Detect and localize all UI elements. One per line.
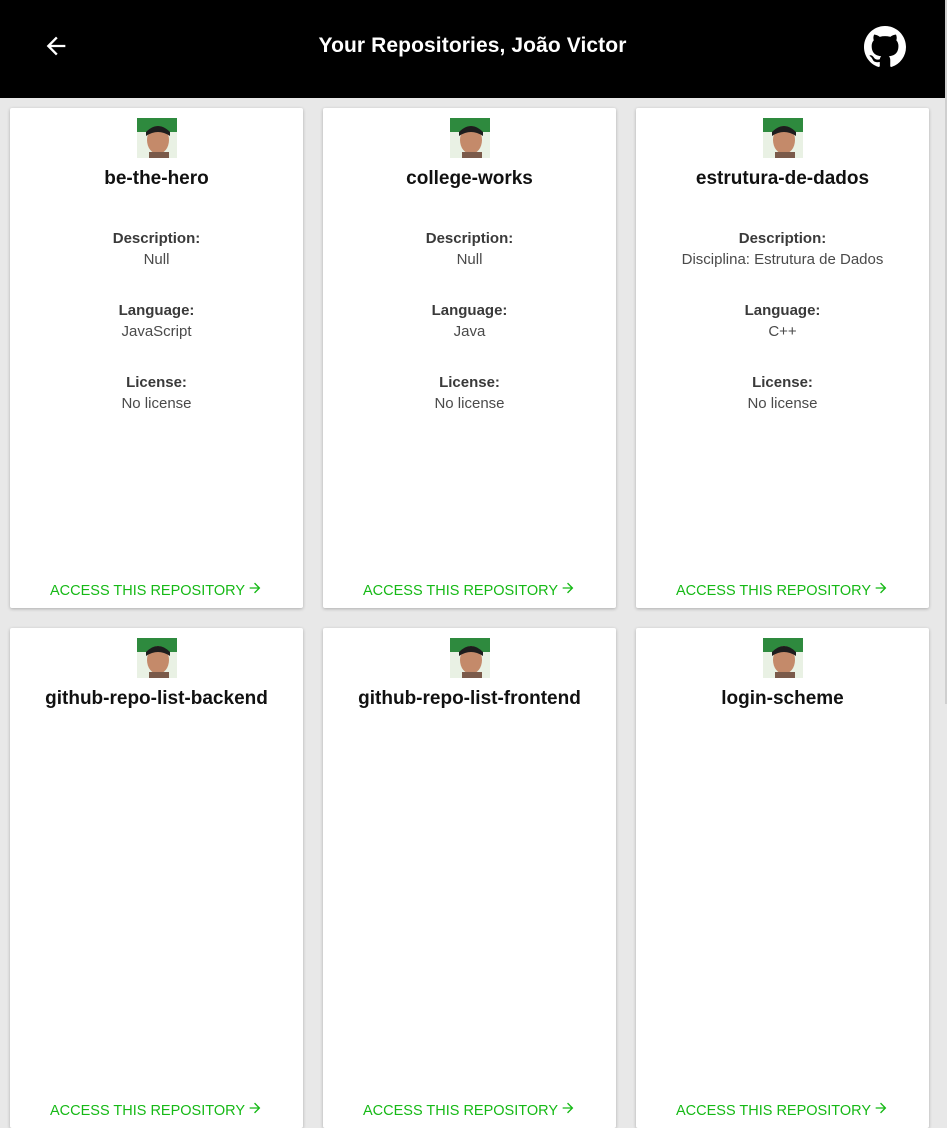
repo-name: be-the-hero (104, 168, 209, 189)
repo-grid: be-the-hero Description: Null Language: … (10, 108, 929, 1128)
access-repository-link[interactable]: ACCESS THIS REPOSITORY (636, 580, 929, 599)
arrow-right-icon (249, 1102, 261, 1114)
access-link-label: ACCESS THIS REPOSITORY (50, 583, 245, 599)
language-label: Language: (431, 302, 508, 319)
avatar (762, 638, 803, 678)
license-field: License: No license (10, 372, 303, 414)
arrow-right-icon (562, 582, 574, 594)
license-value: No license (434, 395, 505, 412)
description-value: Null (456, 251, 483, 268)
access-link-label: ACCESS THIS REPOSITORY (676, 1103, 871, 1119)
license-label: License: (439, 374, 500, 391)
description-field: Description: Null (323, 228, 616, 270)
repo-card-estrutura-de-dados: estrutura-de-dados Description: Discipli… (636, 108, 929, 608)
language-field: Language: JavaScript (10, 300, 303, 342)
description-field: Description: Null (10, 228, 303, 270)
repo-name: estrutura-de-dados (695, 168, 870, 189)
avatar (136, 638, 177, 678)
language-label: Language: (744, 302, 821, 319)
description-label: Description: (112, 230, 201, 247)
repo-card-github-repo-list-backend: github-repo-list-backend Description: La… (10, 628, 303, 1128)
language-field: Language: Java (323, 300, 616, 342)
access-repository-link[interactable]: ACCESS THIS REPOSITORY (323, 1100, 616, 1119)
repo-name: github-repo-list-backend (45, 688, 268, 709)
language-value: JavaScript (121, 323, 192, 340)
repo-card-login-scheme: login-scheme Description: Language: Lice… (636, 628, 929, 1128)
github-button[interactable] (864, 26, 906, 68)
language-value: C++ (768, 323, 797, 340)
avatar (449, 638, 490, 678)
description-field: Description: Disciplina: Estrutura de Da… (636, 228, 929, 270)
avatar (136, 118, 177, 158)
description-value: Disciplina: Estrutura de Dados (681, 251, 884, 268)
arrow-right-icon (875, 1102, 887, 1114)
repo-card-college-works: college-works Description: Null Language… (323, 108, 616, 608)
license-field: License: No license (323, 372, 616, 414)
access-link-label: ACCESS THIS REPOSITORY (363, 583, 558, 599)
repo-name: github-repo-list-frontend (358, 688, 581, 709)
license-value: No license (121, 395, 192, 412)
arrow-right-icon (875, 582, 887, 594)
access-link-label: ACCESS THIS REPOSITORY (363, 1103, 558, 1119)
repo-card-be-the-hero: be-the-hero Description: Null Language: … (10, 108, 303, 608)
access-repository-link[interactable]: ACCESS THIS REPOSITORY (323, 580, 616, 599)
license-field: License: No license (636, 372, 929, 414)
license-label: License: (752, 374, 813, 391)
arrow-right-icon (249, 582, 261, 594)
repo-name: college-works (406, 168, 533, 189)
description-value: Null (143, 251, 170, 268)
access-link-label: ACCESS THIS REPOSITORY (676, 583, 871, 599)
description-label: Description: (738, 230, 827, 247)
app-header: Your Repositories, João Victor (0, 0, 945, 98)
description-label: Description: (425, 230, 514, 247)
arrow-right-icon (562, 1102, 574, 1114)
access-repository-link[interactable]: ACCESS THIS REPOSITORY (10, 1100, 303, 1119)
page-title: Your Repositories, João Victor (318, 34, 627, 57)
repo-name: login-scheme (721, 688, 844, 709)
language-label: Language: (118, 302, 195, 319)
github-icon (864, 26, 906, 67)
repo-card-github-repo-list-frontend: github-repo-list-frontend Description: L… (323, 628, 616, 1128)
avatar (762, 118, 803, 158)
access-link-label: ACCESS THIS REPOSITORY (50, 1103, 245, 1119)
access-repository-link[interactable]: ACCESS THIS REPOSITORY (636, 1100, 929, 1119)
license-label: License: (126, 374, 187, 391)
license-value: No license (747, 395, 818, 412)
language-field: Language: C++ (636, 300, 929, 342)
language-value: Java (453, 323, 486, 340)
access-repository-link[interactable]: ACCESS THIS REPOSITORY (10, 580, 303, 599)
avatar (449, 118, 490, 158)
